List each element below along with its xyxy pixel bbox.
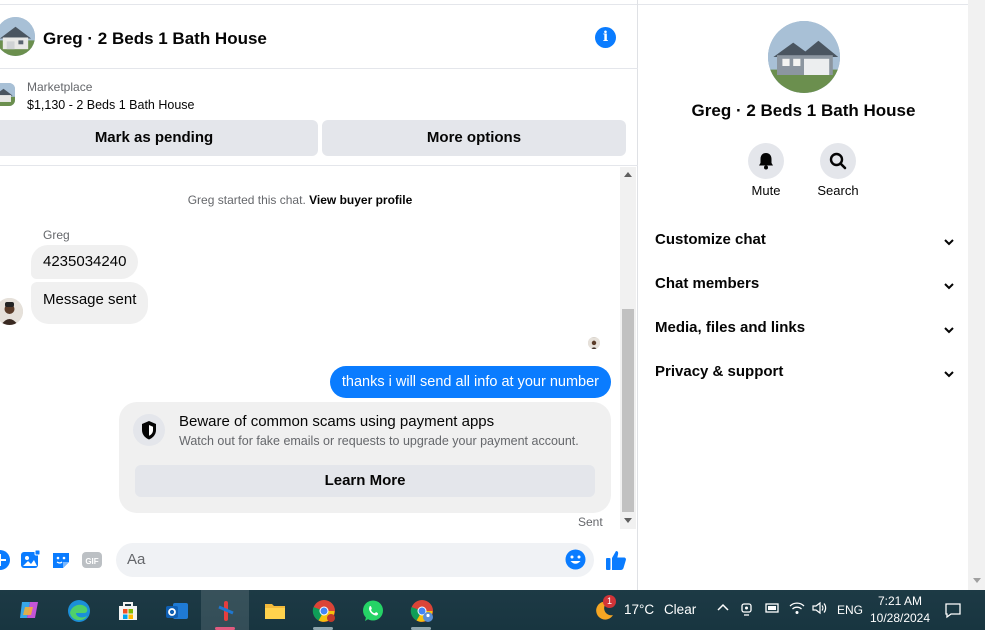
notification-icon[interactable] xyxy=(944,601,962,622)
started-text: Greg started this chat. xyxy=(187,193,306,207)
outlook-icon[interactable] xyxy=(152,590,200,630)
section-media-files-links[interactable]: Media, files and links xyxy=(655,319,955,343)
weather-text[interactable]: 17°C Clear xyxy=(624,602,696,617)
language-indicator[interactable]: ENG xyxy=(837,603,863,617)
search-button[interactable] xyxy=(820,143,856,179)
mark-as-pending-button[interactable]: Mark as pending xyxy=(0,120,318,156)
microsoft-store-icon[interactable] xyxy=(103,590,151,630)
chrome-profile-icon[interactable] xyxy=(397,590,445,630)
whatsapp-icon[interactable] xyxy=(348,590,396,630)
read-receipt-avatar xyxy=(588,337,600,349)
page-scrollbar[interactable] xyxy=(968,0,985,590)
marketplace-listing: Marketplace $1,130 - 2 Beds 1 Bath House… xyxy=(0,70,638,166)
bell-icon xyxy=(759,153,773,170)
sticker-icon[interactable] xyxy=(50,549,72,571)
more-options-button[interactable]: More options xyxy=(322,120,626,156)
svg-text:GIF: GIF xyxy=(85,557,98,566)
chat-pane: Greg · 2 Beds 1 Bath House i Marketplace… xyxy=(0,0,638,590)
listing-avatar[interactable] xyxy=(0,17,35,56)
section-label: Privacy & support xyxy=(655,363,784,380)
scam-warning-title: Beware of common scams using payment app… xyxy=(179,413,495,430)
emoji-icon[interactable] xyxy=(565,549,586,570)
chat-title[interactable]: Greg · 2 Beds 1 Bath House xyxy=(43,29,267,49)
message-list: Greg started this chat. View buyer profi… xyxy=(0,167,620,533)
clock-time[interactable]: 7:21 AM xyxy=(870,594,930,608)
info-icon[interactable]: i xyxy=(595,27,616,48)
photo-icon[interactable] xyxy=(19,549,41,571)
windows-taskbar: 1 17°C Clear ENG 7:21 AM 10/28/2024 xyxy=(0,590,985,630)
weather-badge: 1 xyxy=(603,595,616,608)
scroll-down-icon[interactable] xyxy=(624,518,632,523)
weather-desc: Clear xyxy=(663,602,697,617)
incoming-message[interactable]: Message sent xyxy=(31,282,149,324)
search-label: Search xyxy=(817,183,859,198)
chrome-icon[interactable] xyxy=(299,590,347,630)
message-input-placeholder: Aa xyxy=(127,551,146,568)
copilot-icon[interactable] xyxy=(5,590,53,630)
outgoing-message[interactable]: thanks i will send all info at your numb… xyxy=(329,366,611,398)
listing-thumbnail[interactable] xyxy=(0,83,15,106)
section-label: Media, files and links xyxy=(655,319,806,336)
view-buyer-profile-link[interactable]: View buyer profile xyxy=(309,193,412,207)
panel-title: Greg · 2 Beds 1 Bath House xyxy=(691,101,916,120)
plus-icon[interactable] xyxy=(0,549,11,571)
sender-name: Greg xyxy=(43,228,70,242)
chevron-down-icon xyxy=(944,239,954,246)
section-label: Customize chat xyxy=(655,231,766,248)
gif-icon[interactable]: GIF xyxy=(81,549,103,571)
sent-status: Sent xyxy=(578,515,603,529)
section-label: Chat members xyxy=(655,275,760,292)
conversation-info-panel: Greg · 2 Beds 1 Bath House Mute Search C… xyxy=(639,5,968,590)
battery-icon[interactable] xyxy=(764,601,780,618)
wifi-icon[interactable] xyxy=(789,601,805,618)
shield-icon xyxy=(133,414,165,446)
active-app-icon[interactable] xyxy=(201,590,249,630)
sender-avatar[interactable] xyxy=(0,298,23,325)
listing-price-title[interactable]: $1,130 - 2 Beds 1 Bath House xyxy=(27,98,194,112)
section-customize-chat[interactable]: Customize chat xyxy=(655,231,955,255)
mute-label: Mute xyxy=(751,183,781,198)
scroll-thumb[interactable] xyxy=(622,309,634,512)
chevron-down-icon xyxy=(944,283,954,290)
file-explorer-icon[interactable] xyxy=(250,590,298,630)
section-privacy-support[interactable]: Privacy & support xyxy=(655,363,955,387)
incoming-message[interactable]: 4235034240 xyxy=(31,245,139,279)
message-composer: GIF Aa xyxy=(0,538,638,582)
mute-button[interactable] xyxy=(748,143,784,179)
edge-icon[interactable] xyxy=(54,590,102,630)
scroll-up-icon[interactable] xyxy=(624,172,632,177)
messenger-window: Greg · 2 Beds 1 Bath House i Marketplace… xyxy=(0,0,985,590)
message-input[interactable]: Aa xyxy=(116,543,594,577)
chevron-down-icon xyxy=(944,327,954,334)
camera-icon[interactable] xyxy=(740,601,754,620)
chevron-down-icon xyxy=(944,371,954,378)
clock-date[interactable]: 10/28/2024 xyxy=(866,611,934,625)
section-chat-members[interactable]: Chat members xyxy=(655,275,955,299)
thumbs-up-icon[interactable] xyxy=(605,549,627,571)
chat-header: Greg · 2 Beds 1 Bath House i xyxy=(0,5,638,69)
search-icon xyxy=(829,152,847,170)
scam-warning-card: Beware of common scams using payment app… xyxy=(119,402,611,513)
panel-listing-avatar[interactable] xyxy=(768,21,840,93)
weather-temp: 17°C xyxy=(624,602,655,617)
chevron-up-icon[interactable] xyxy=(716,601,730,618)
scroll-down-icon[interactable] xyxy=(973,578,981,583)
volume-icon[interactable] xyxy=(811,601,827,618)
message-scrollbar[interactable] xyxy=(620,167,636,529)
learn-more-button[interactable]: Learn More xyxy=(135,465,595,497)
marketplace-label: Marketplace xyxy=(27,80,93,94)
scam-warning-subtitle: Watch out for fake emails or requests to… xyxy=(179,434,579,448)
chat-started-notice: Greg started this chat. View buyer profi… xyxy=(0,193,600,207)
